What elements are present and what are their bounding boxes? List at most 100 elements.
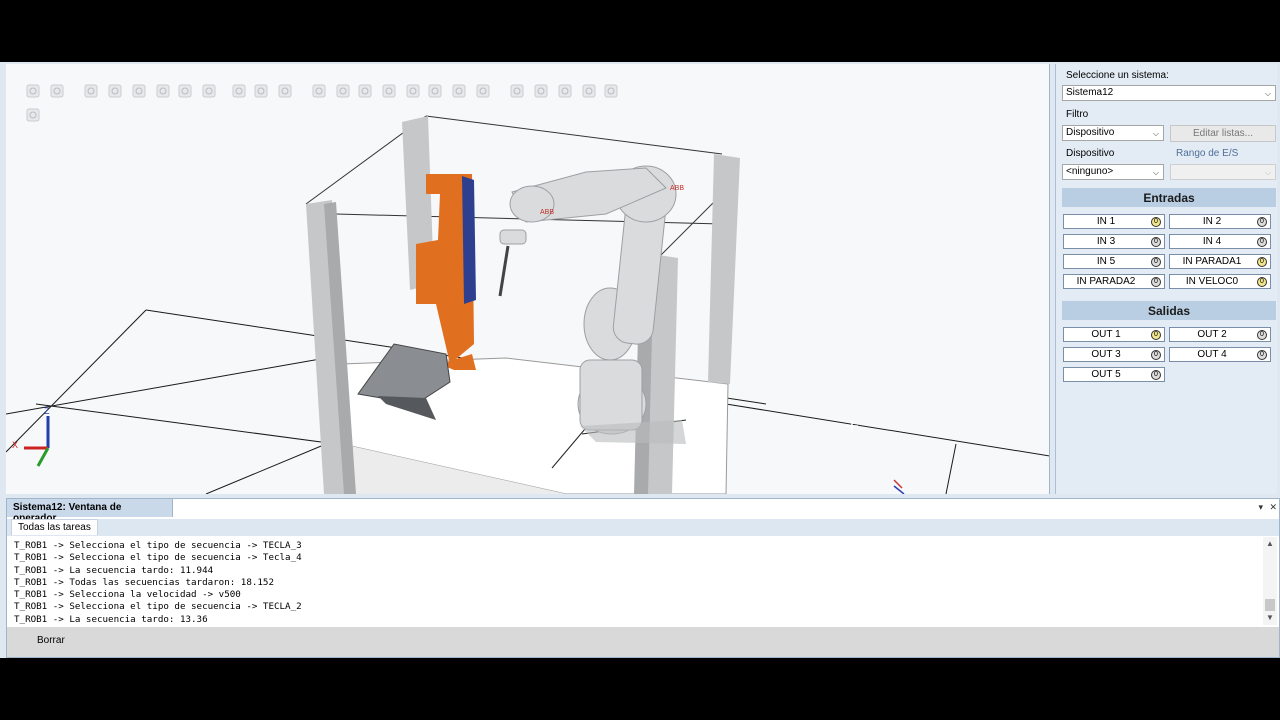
chevron-down-icon: ⌵ bbox=[1264, 89, 1271, 98]
log-line: T_ROB1 -> Selecciona la velocidad -> v50… bbox=[14, 589, 241, 601]
circle-icon[interactable] bbox=[476, 84, 490, 98]
target-icon[interactable] bbox=[358, 84, 372, 98]
reorient-icon[interactable] bbox=[336, 84, 350, 98]
curve-icon[interactable] bbox=[452, 84, 466, 98]
view-icon[interactable] bbox=[26, 84, 40, 98]
device-label: Dispositivo bbox=[1066, 148, 1115, 159]
path-icon[interactable] bbox=[232, 84, 246, 98]
io-simulator-panel: Seleccione un sistema: Sistema12 ⌵ Filtr… bbox=[1055, 64, 1277, 494]
input-signal-label: IN 2 bbox=[1202, 216, 1222, 227]
station-scene: ABB ABB bbox=[6, 115, 1049, 494]
tab-all-tasks[interactable]: Todas las tareas bbox=[11, 519, 98, 535]
input-signal-button[interactable]: IN 4 0 bbox=[1169, 234, 1271, 249]
led-indicator-icon: 0 bbox=[1257, 330, 1267, 340]
distance-icon[interactable] bbox=[534, 84, 548, 98]
input-signal-button[interactable]: IN 5 0 bbox=[1063, 254, 1165, 269]
jog-icon[interactable] bbox=[254, 84, 268, 98]
axis-x-label: X bbox=[12, 440, 18, 450]
select-icon[interactable] bbox=[84, 84, 98, 98]
operator-log: T_ROB1 -> Selecciona el tipo de secuenci… bbox=[7, 537, 1263, 625]
output-signal-button[interactable]: OUT 3 0 bbox=[1063, 347, 1165, 362]
joint-icon[interactable] bbox=[278, 84, 292, 98]
input-signal-button[interactable]: IN PARADA2 0 bbox=[1063, 274, 1165, 289]
diameter-icon[interactable] bbox=[582, 84, 596, 98]
output-signal-label: OUT 3 bbox=[1091, 349, 1121, 360]
led-indicator-icon: 0 bbox=[1257, 257, 1267, 267]
log-line: T_ROB1 -> La secuencia tardo: 13.36 bbox=[14, 613, 208, 625]
output-signal-button[interactable]: OUT 4 0 bbox=[1169, 347, 1271, 362]
inputs-header: Entradas bbox=[1062, 188, 1276, 207]
snap-icon[interactable] bbox=[156, 84, 170, 98]
select-system-label: Seleccione un sistema: bbox=[1066, 70, 1169, 81]
log-scrollbar[interactable]: ▲ ▼ bbox=[1263, 537, 1277, 625]
arc-icon[interactable] bbox=[510, 84, 524, 98]
operator-window: Sistema12: Ventana de operador ▾ ✕ Todas… bbox=[6, 498, 1280, 658]
input-signal-button[interactable]: IN VELOC0 0 bbox=[1169, 274, 1271, 289]
play-icon[interactable] bbox=[26, 108, 40, 122]
led-indicator-icon: 0 bbox=[1257, 237, 1267, 247]
log-line: T_ROB1 -> La secuencia tardo: 11.944 bbox=[14, 564, 214, 576]
chevron-down-icon: ⌵ bbox=[1152, 168, 1159, 177]
input-signal-label: IN VELOC0 bbox=[1185, 276, 1239, 287]
log-line: T_ROB1 -> Selecciona el tipo de secuenci… bbox=[14, 540, 302, 551]
led-indicator-icon: 0 bbox=[1257, 350, 1267, 360]
linear-icon[interactable] bbox=[312, 84, 326, 98]
app-frame: ABB ABB Z X Seleccione un sistema: Siste… bbox=[0, 62, 1280, 658]
input-signal-label: IN PARADA1 bbox=[1182, 256, 1242, 267]
center-icon[interactable] bbox=[428, 84, 442, 98]
input-signal-button[interactable]: IN PARADA1 0 bbox=[1169, 254, 1271, 269]
input-signal-button[interactable]: IN 3 0 bbox=[1063, 234, 1165, 249]
axis-z-label: Z bbox=[44, 406, 50, 416]
led-indicator-icon: 0 bbox=[1151, 217, 1161, 227]
input-signal-label: IN 4 bbox=[1202, 236, 1222, 247]
move-icon[interactable] bbox=[108, 84, 122, 98]
system-select[interactable]: Sistema12 ⌵ bbox=[1062, 85, 1276, 101]
edge-icon[interactable] bbox=[406, 84, 420, 98]
frame-icon[interactable] bbox=[50, 84, 64, 98]
led-indicator-icon: 0 bbox=[1151, 370, 1161, 380]
clear-bar: Borrar bbox=[7, 627, 1279, 657]
log-line: T_ROB1 -> Selecciona el tipo de secuenci… bbox=[14, 552, 302, 564]
filter-select-value: Dispositivo bbox=[1066, 127, 1115, 138]
led-indicator-icon: 0 bbox=[1151, 257, 1161, 267]
scroll-up-icon[interactable]: ▲ bbox=[1266, 539, 1274, 548]
led-indicator-icon: 0 bbox=[1151, 330, 1161, 340]
rotate-icon[interactable] bbox=[132, 84, 146, 98]
output-signal-button[interactable]: OUT 5 0 bbox=[1063, 367, 1165, 382]
3d-viewport[interactable]: ABB ABB Z X bbox=[6, 64, 1050, 494]
input-signal-button[interactable]: IN 2 0 bbox=[1169, 214, 1271, 229]
filter-select[interactable]: Dispositivo ⌵ bbox=[1062, 125, 1164, 141]
angle-icon[interactable] bbox=[558, 84, 572, 98]
tab-bar bbox=[7, 519, 1279, 536]
led-indicator-icon: 0 bbox=[1257, 217, 1267, 227]
point-icon[interactable] bbox=[382, 84, 396, 98]
output-signal-label: OUT 2 bbox=[1197, 329, 1227, 340]
output-signal-label: OUT 4 bbox=[1197, 349, 1227, 360]
collision-icon[interactable] bbox=[202, 84, 216, 98]
led-indicator-icon: 0 bbox=[1257, 277, 1267, 287]
operator-window-title: Sistema12: Ventana de operador bbox=[7, 499, 173, 524]
outputs-header: Salidas bbox=[1062, 301, 1276, 320]
svg-text:ABB: ABB bbox=[670, 185, 684, 192]
scroll-thumb[interactable] bbox=[1265, 599, 1275, 611]
device-select[interactable]: <ninguno> ⌵ bbox=[1062, 164, 1164, 180]
close-icon[interactable]: ✕ bbox=[1269, 502, 1277, 513]
chevron-down-icon: ⌵ bbox=[1152, 129, 1159, 138]
pin-icon[interactable]: ▾ bbox=[1258, 502, 1263, 513]
log-line: T_ROB1 -> Selecciona el tipo de secuenci… bbox=[14, 601, 302, 613]
system-select-value: Sistema12 bbox=[1066, 87, 1114, 98]
output-signal-button[interactable]: OUT 1 0 bbox=[1063, 327, 1165, 342]
edit-lists-button[interactable]: Editar listas... bbox=[1170, 125, 1276, 142]
log-line: T_ROB1 -> Todas las secuencias tardaron:… bbox=[14, 576, 274, 588]
range-select[interactable]: ⌵ bbox=[1170, 164, 1276, 180]
measure-icon[interactable] bbox=[178, 84, 192, 98]
output-signal-button[interactable]: OUT 2 0 bbox=[1169, 327, 1271, 342]
input-signal-button[interactable]: IN 1 0 bbox=[1063, 214, 1165, 229]
stop-icon[interactable] bbox=[604, 84, 618, 98]
scroll-down-icon[interactable]: ▼ bbox=[1266, 613, 1274, 622]
clear-button[interactable]: Borrar bbox=[37, 635, 65, 646]
output-signal-label: OUT 1 bbox=[1091, 329, 1121, 340]
svg-text:ABB: ABB bbox=[540, 209, 554, 216]
filter-label: Filtro bbox=[1066, 109, 1089, 120]
led-indicator-icon: 0 bbox=[1151, 277, 1161, 287]
